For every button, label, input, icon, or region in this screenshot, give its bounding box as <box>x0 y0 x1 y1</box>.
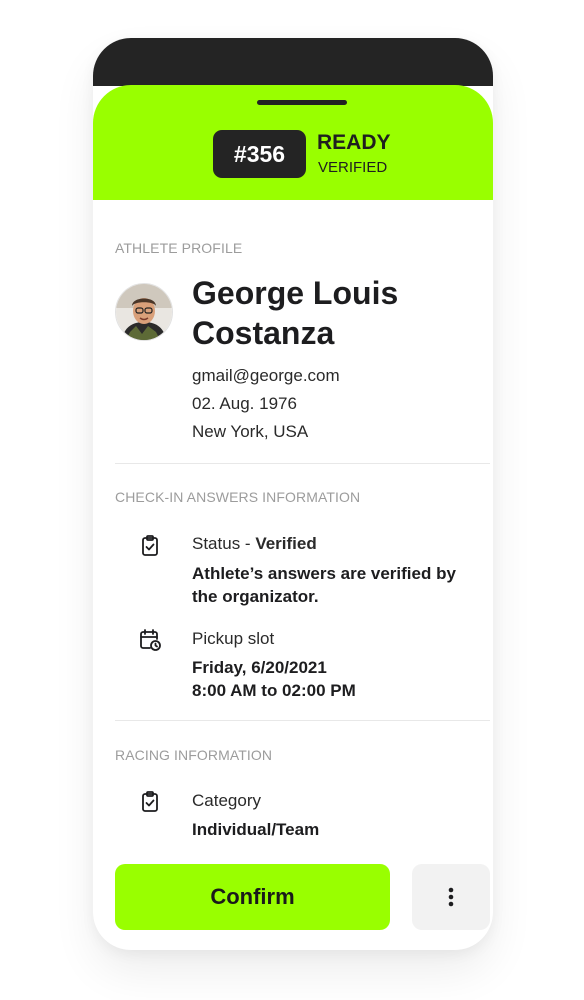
racing-heading: RACING INFORMATION <box>115 747 273 763</box>
checkin-status: Status - Verified <box>192 534 317 553</box>
athlete-location: New York, USA <box>192 422 309 441</box>
clipboard-check-icon <box>138 534 162 558</box>
athlete-name: George Louis Costanza <box>192 275 399 351</box>
pickup-slot-label: Pickup slot <box>192 629 275 648</box>
verified-status: VERIFIED <box>318 159 388 176</box>
athlete-profile-heading: ATHLETE PROFILE <box>115 240 243 256</box>
confirm-button[interactable]: Confirm <box>115 864 390 930</box>
athlete-birthdate: 02. Aug. 1976 <box>192 394 297 413</box>
divider <box>115 720 490 721</box>
more-options-button[interactable] <box>412 864 490 930</box>
more-vertical-icon <box>448 887 454 907</box>
bib-number-badge: #356 <box>213 130 306 178</box>
clipboard-check-icon <box>138 790 162 814</box>
avatar <box>115 283 173 341</box>
drag-handle[interactable] <box>257 100 347 105</box>
athlete-email: gmail@george.com <box>192 366 340 385</box>
divider <box>115 463 490 464</box>
status-bar <box>93 38 493 86</box>
checkin-status-description: Athlete’s answers are verified by the or… <box>192 564 456 606</box>
phone-frame: #356 READY VERIFIED ATHLETE PROFILE Geor… <box>93 38 493 950</box>
ticket-header: #356 READY VERIFIED <box>93 85 493 200</box>
checkin-heading: CHECK-IN ANSWERS INFORMATION <box>115 489 361 505</box>
pickup-slot-value: Friday, 6/20/2021 8:00 AM to 02:00 PM <box>192 658 356 700</box>
calendar-clock-icon <box>138 628 162 652</box>
category-value: Individual/Team <box>192 820 320 839</box>
category-label: Category <box>192 791 261 810</box>
ready-status: READY <box>317 131 391 154</box>
